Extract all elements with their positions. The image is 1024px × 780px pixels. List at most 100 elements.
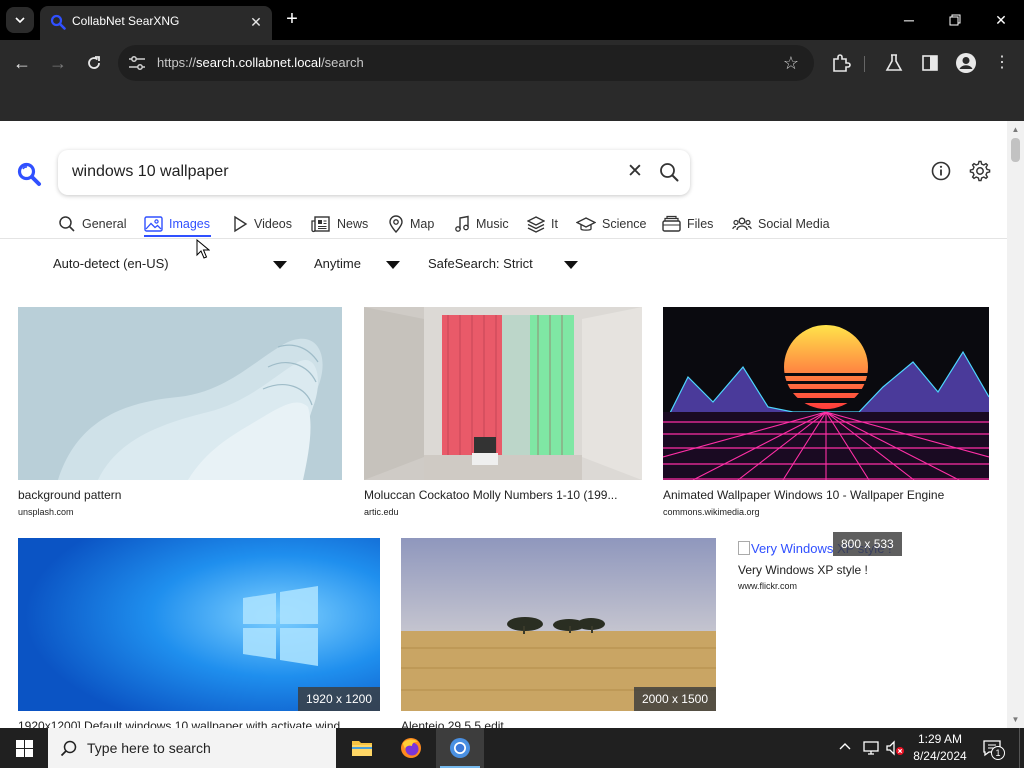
taskbar-search-placeholder: Type here to search [87,740,211,756]
tab-videos[interactable]: Videos [232,211,292,237]
dropdown-caret-icon [386,261,400,269]
image-icon [144,216,163,232]
image-dimensions-badge: 800 x 533 [833,532,902,556]
result-title[interactable]: Moluccan Cockatoo Molly Numbers 1-10 (19… [364,488,642,502]
image-result[interactable]: Animated Wallpaper Windows 10 - Wallpape… [663,307,989,517]
result-thumbnail[interactable]: 2000 x 1500 [401,538,716,711]
time-range-select[interactable]: Anytime [314,256,402,276]
tab-social-media[interactable]: Social Media [732,211,830,237]
chrome-icon [450,738,470,758]
search-submit-icon[interactable] [658,161,680,183]
alentejo-field-image [401,538,716,711]
image-result[interactable]: background pattern unsplash.com [18,307,342,517]
result-thumbnail[interactable] [18,307,342,480]
windows-10-logo-image [18,538,380,711]
result-thumbnail[interactable] [364,307,642,480]
image-result[interactable]: Moluccan Cockatoo Molly Numbers 1-10 (19… [364,307,642,517]
minimize-icon[interactable]: ─ [897,8,921,32]
tab-title: CollabNet SearXNG [72,14,180,28]
tab-map[interactable]: Map [388,211,434,237]
result-title[interactable]: Animated Wallpaper Windows 10 - Wallpape… [663,488,989,502]
tab-files[interactable]: Files [662,211,713,237]
restore-icon[interactable] [943,8,967,32]
info-icon[interactable] [929,159,953,183]
dropdown-caret-icon [273,261,287,269]
broken-image-icon [738,541,750,555]
searxng-favicon-icon [50,14,66,30]
scrollbar-thumb[interactable] [1011,138,1020,162]
layers-icon [527,216,545,233]
address-bar[interactable]: https://search.collabnet.local/search ☆ [118,45,814,81]
image-dimensions-badge: 2000 x 1500 [633,687,716,711]
reload-icon[interactable] [82,51,106,75]
tab-images[interactable]: Images [144,211,210,237]
show-desktop-button[interactable] [1019,728,1024,768]
show-hidden-icons-chevron-icon[interactable] [838,740,852,780]
firefox-icon [401,738,421,758]
system-clock[interactable]: 1:29 AM 8/24/2024 [910,731,970,765]
scroll-down-icon[interactable]: ▼ [1011,715,1020,724]
tab-it[interactable]: It [527,211,558,237]
clock-date: 8/24/2024 [913,749,967,763]
tab-science[interactable]: Science [576,211,646,237]
map-pin-icon [389,215,403,233]
image-result[interactable]: 1920 x 1200 1920x1200] Default windows 1… [18,538,380,728]
result-title[interactable]: Alentejo 29.5.5 edit [401,719,716,728]
scroll-up-icon[interactable]: ▲ [1011,125,1020,134]
tab-label: Files [687,217,714,231]
result-title[interactable]: 1920x1200] Default windows 10 wallpaper … [18,719,380,728]
action-center-button[interactable]: 1 [982,739,1005,760]
language-select[interactable]: Auto-detect (en-US) [53,256,289,276]
result-source: artic.edu [364,507,399,517]
image-result[interactable]: Very Windows XP style ! 800 x 533 Very W… [738,532,988,598]
language-select-value: Auto-detect (en-US) [53,256,169,271]
site-settings-icon[interactable] [128,55,146,71]
new-tab-icon[interactable]: + [281,9,303,31]
network-icon[interactable] [862,740,880,756]
result-title[interactable]: Very Windows XP style ! [738,563,988,577]
gallery-installation-image [364,307,642,480]
play-icon [234,215,248,233]
clock-time: 1:29 AM [917,732,963,746]
tab-search-menu-button[interactable] [6,7,34,33]
tab-label: News [337,217,369,231]
result-thumbnail[interactable]: 1920 x 1200 [18,538,380,711]
result-source: commons.wikimedia.org [663,507,760,517]
more-menu-icon[interactable]: ⋮ [990,51,1014,75]
graduation-cap-icon [576,217,596,231]
notification-count-badge: 1 [991,746,1005,760]
taskbar-search-box[interactable]: Type here to search [48,728,336,768]
settings-gear-icon[interactable] [968,159,992,183]
forward-icon[interactable]: → [46,51,70,75]
clear-search-icon[interactable]: ✕ [624,161,646,183]
side-panel-icon[interactable] [918,51,942,75]
header-divider [0,238,1007,239]
file-explorer-taskbar-button[interactable] [338,728,386,768]
extensions-icon[interactable] [829,51,853,75]
result-thumbnail[interactable] [663,307,989,480]
tab-label: Music [476,217,509,231]
tab-music[interactable]: Music [454,211,509,237]
tab-general[interactable]: General [58,211,126,237]
searxng-logo-icon[interactable] [16,161,42,187]
profile-avatar-icon[interactable] [954,51,978,75]
browser-toolbar: ← → https://search.collabnet.local/searc… [0,40,1024,86]
chrome-taskbar-button[interactable] [436,728,484,768]
tab-close-icon[interactable]: ✕ [246,12,266,32]
browser-tab[interactable]: CollabNet SearXNG ✕ [40,6,272,40]
labs-flask-icon[interactable] [882,51,906,75]
back-icon[interactable]: ← [10,51,34,75]
search-input[interactable]: windows 10 wallpaper [72,163,229,181]
result-title[interactable]: background pattern [18,488,342,502]
time-range-value: Anytime [314,256,361,271]
image-result[interactable]: 2000 x 1500 Alentejo 29.5.5 edit [401,538,716,728]
firefox-taskbar-button[interactable] [387,728,435,768]
close-window-icon[interactable]: ✕ [989,8,1013,32]
tab-news[interactable]: News [311,211,368,237]
volume-muted-icon[interactable] [885,740,905,756]
people-icon [732,217,752,231]
safesearch-select[interactable]: SafeSearch: Strict [428,256,580,276]
windows-start-icon[interactable] [16,740,33,757]
page-scrollbar[interactable]: ▲ ▼ [1007,121,1024,728]
bookmark-star-icon[interactable]: ☆ [780,52,802,74]
